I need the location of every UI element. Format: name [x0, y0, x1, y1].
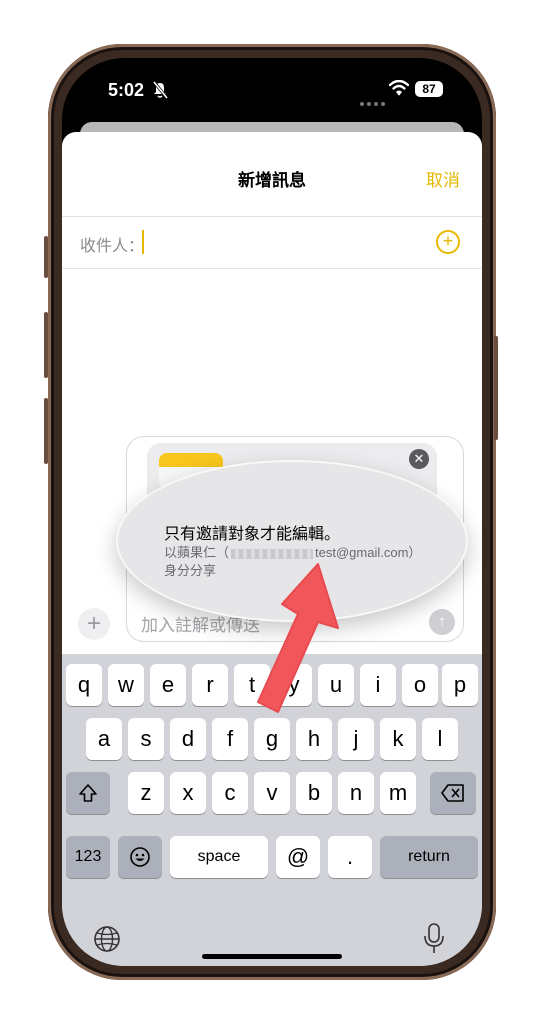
emoji-key[interactable] [118, 836, 162, 878]
key-n[interactable]: n [338, 772, 374, 814]
silent-bell-icon [152, 81, 168, 99]
numbers-key[interactable]: 123 [66, 836, 110, 878]
attach-plus-button[interactable]: + [78, 608, 110, 640]
redacted-email [231, 548, 314, 559]
key-j[interactable]: j [338, 718, 374, 760]
recipient-input[interactable] [142, 230, 144, 254]
divider [62, 268, 482, 269]
share-identity-text: 以蘋果仁（ test@gmail.com） [164, 542, 421, 561]
battery-indicator: 87 [415, 81, 443, 97]
key-o[interactable]: o [402, 664, 438, 706]
annotation-arrow-icon [257, 563, 339, 713]
shift-arrow-icon [79, 784, 97, 802]
delete-key[interactable] [430, 772, 476, 814]
status-time: 5:02 [108, 80, 145, 100]
key-f[interactable]: f [212, 718, 248, 760]
shift-key[interactable] [66, 772, 110, 814]
key-c[interactable]: c [212, 772, 248, 814]
signal-dots-icon [360, 93, 388, 111]
key-h[interactable]: h [296, 718, 332, 760]
add-contact-plus-icon[interactable]: + [436, 230, 460, 254]
share-identity-prefix: 以蘋果仁（ [164, 545, 230, 560]
send-arrow-icon[interactable]: ↑ [429, 609, 455, 635]
recipient-label: 收件人： [80, 238, 145, 255]
key-i[interactable]: i [360, 664, 396, 706]
divider [62, 216, 482, 217]
key-l[interactable]: l [422, 718, 458, 760]
key-s[interactable]: s [128, 718, 164, 760]
key-z[interactable]: z [128, 772, 164, 814]
sheet-title: 新增訊息 [238, 171, 306, 190]
globe-icon[interactable] [92, 924, 122, 954]
volume-up-button [44, 312, 48, 378]
key-x[interactable]: x [170, 772, 206, 814]
key-p[interactable]: p [442, 664, 478, 706]
key-w[interactable]: w [108, 664, 144, 706]
volume-down-button [44, 398, 48, 464]
status-bar: 5:02 87 [62, 58, 482, 122]
key-b[interactable]: b [296, 772, 332, 814]
key-a[interactable]: a [86, 718, 122, 760]
share-identity-suffix: 身分分享 [164, 563, 217, 578]
wifi-icon [389, 80, 409, 96]
share-identity-email: test@gmail.com） [315, 545, 422, 560]
key-q[interactable]: q [66, 664, 102, 706]
power-button [494, 336, 498, 440]
cancel-button[interactable]: 取消 [426, 166, 460, 191]
action-button [44, 236, 48, 278]
key-k[interactable]: k [380, 718, 416, 760]
dynamic-island [212, 76, 330, 110]
key-period[interactable]: . [328, 836, 372, 878]
key-r[interactable]: r [192, 664, 228, 706]
key-g[interactable]: g [254, 718, 290, 760]
share-permission-text: 只有邀請對象才能編輯。 [164, 526, 341, 543]
microphone-icon[interactable] [422, 922, 446, 956]
space-key[interactable]: space [170, 836, 268, 878]
return-key[interactable]: return [380, 836, 478, 878]
key-d[interactable]: d [170, 718, 206, 760]
key-at[interactable]: @ [276, 836, 320, 878]
key-e[interactable]: e [150, 664, 186, 706]
home-indicator [202, 954, 342, 959]
key-v[interactable]: v [254, 772, 290, 814]
close-icon[interactable]: ✕ [409, 449, 429, 469]
key-m[interactable]: m [380, 772, 416, 814]
emoji-icon [130, 847, 150, 867]
backspace-icon [441, 784, 464, 802]
